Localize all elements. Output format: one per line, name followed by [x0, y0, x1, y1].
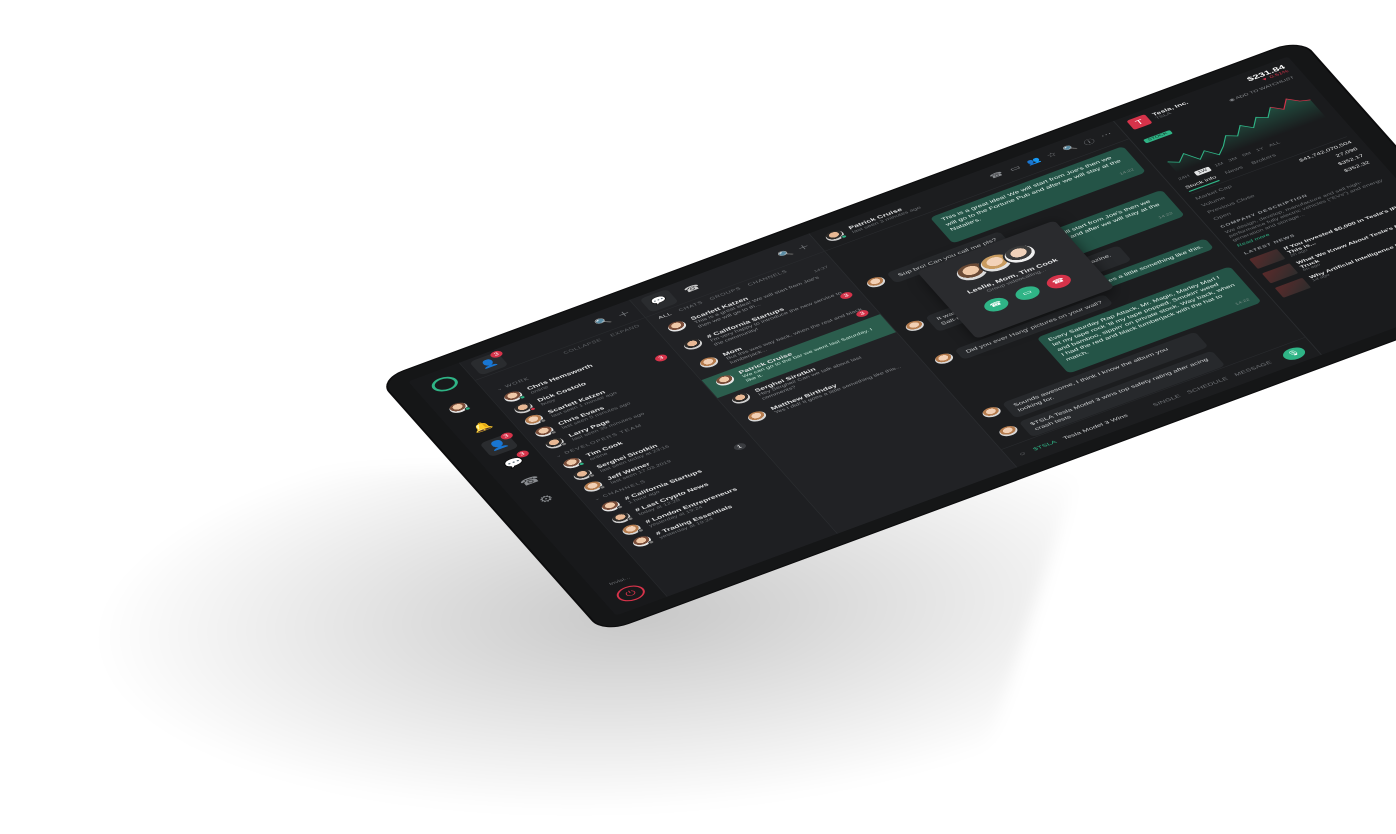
settings-icon[interactable]: ⚙: [527, 488, 567, 512]
chat-search-icon[interactable]: 🔍: [776, 248, 795, 259]
range-3m[interactable]: 3M: [1227, 156, 1239, 163]
add-people-icon[interactable]: 👥: [1024, 156, 1043, 168]
search-icon[interactable]: 🔍: [592, 315, 613, 328]
mic-icon[interactable]: 🎙: [1279, 344, 1309, 363]
more-icon[interactable]: ⋯: [1098, 130, 1115, 141]
video-icon[interactable]: ▭: [1007, 163, 1023, 174]
new-chat-icon[interactable]: ＋: [794, 241, 812, 253]
chat-avatar: [745, 409, 769, 424]
app-logo[interactable]: [427, 374, 462, 395]
chat-avatar: [729, 391, 753, 406]
presence-dot: [647, 539, 656, 545]
info-icon[interactable]: ⓘ: [1081, 136, 1098, 147]
range-1y[interactable]: 1Y: [1255, 147, 1266, 154]
stock-tab[interactable]: News: [1223, 165, 1246, 178]
chat-avatar: [697, 355, 721, 370]
presence-dot: [560, 441, 569, 447]
calls-icon[interactable]: ☎: [511, 470, 551, 494]
accept-audio-button[interactable]: ☎: [980, 295, 1013, 315]
channel-avatar: [630, 534, 656, 549]
message-avatar: [902, 318, 927, 333]
message-avatar: [932, 351, 956, 366]
chat-avatar: [665, 319, 689, 334]
star-icon[interactable]: ☆: [1044, 150, 1059, 161]
work-contact-badge: 3: [653, 353, 670, 363]
chat-avatar: [713, 373, 737, 388]
messages-badge: 3: [514, 449, 531, 459]
message-link[interactable]: MESSAGE: [1233, 360, 1273, 378]
composer-ticker: $TSLA: [1031, 439, 1058, 452]
range-all[interactable]: ALL: [1268, 141, 1282, 149]
range-6m[interactable]: 6M: [1241, 151, 1253, 158]
conversation-avatar[interactable]: [822, 228, 848, 243]
messages-icon[interactable]: 💬 3: [495, 449, 535, 476]
message-avatar: [979, 405, 1004, 420]
contacts-tab-badge: 3: [488, 349, 505, 359]
accept-video-button[interactable]: ▭: [1011, 283, 1044, 303]
metric-label: Open: [1211, 210, 1233, 222]
power-icon[interactable]: ⏻: [612, 582, 650, 605]
range-24h[interactable]: 24H: [1177, 174, 1192, 182]
contacts-icon[interactable]: 👤 3: [478, 431, 519, 458]
message-avatar: [864, 275, 888, 290]
decline-call-button[interactable]: ☎: [1043, 272, 1075, 292]
emoji-icon[interactable]: ☺: [1017, 450, 1028, 457]
phone-icon[interactable]: ☎: [987, 170, 1006, 182]
mode-single[interactable]: SINGLE: [1151, 393, 1182, 407]
range-1w[interactable]: 1W: [1193, 166, 1212, 177]
add-contact-icon[interactable]: ＋: [614, 307, 634, 320]
range-1m[interactable]: 1M: [1214, 162, 1226, 169]
message-avatar: [996, 424, 1021, 439]
stage: 🔔 👤 3 💬 3 ☎ ⚙ Invisi... ⏻ 👤 3 🔍 ＋ COLLAP…: [0, 0, 1396, 834]
notifications-icon[interactable]: 🔔: [463, 416, 503, 440]
contacts-badge: 3: [498, 431, 515, 441]
chat-avatar: [681, 337, 705, 352]
conv-search-icon[interactable]: 🔍: [1061, 143, 1080, 155]
